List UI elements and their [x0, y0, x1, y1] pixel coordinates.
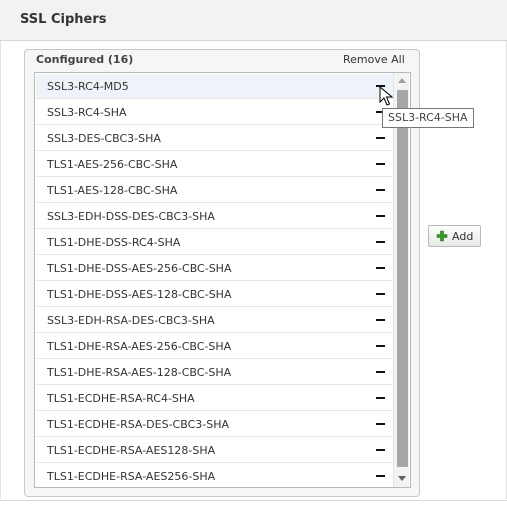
cipher-name: TLS1-AES-128-CBC-SHA [47, 184, 178, 197]
cipher-row[interactable]: TLS1-DHE-DSS-RC4-SHA [36, 230, 394, 255]
section-bottom-divider [0, 500, 507, 501]
cipher-row[interactable]: SSL3-RC4-SHA [36, 100, 394, 125]
configured-cipher-list: SSL3-RC4-MD5 SSL3-RC4-SHA SSL3-DES-CBC3-SH… [34, 72, 411, 488]
cipher-row[interactable]: TLS1-DHE-RSA-AES-128-CBC-SHA [36, 360, 394, 385]
cipher-name: TLS1-ECDHE-RSA-AES256-SHA [47, 470, 216, 483]
remove-cipher-minus-icon[interactable] [376, 215, 385, 217]
remove-cipher-minus-icon[interactable] [376, 137, 385, 139]
cipher-name: TLS1-DHE-DSS-RC4-SHA [47, 236, 181, 249]
remove-cipher-minus-icon[interactable] [376, 267, 385, 269]
add-button[interactable]: Add [428, 225, 481, 247]
row-tooltip: SSL3-RC4-SHA [382, 108, 474, 128]
scroll-thumb[interactable] [397, 90, 408, 467]
cipher-row[interactable]: TLS1-ECDHE-RSA-AES128-SHA [36, 438, 394, 463]
remove-cipher-minus-icon[interactable] [376, 397, 385, 399]
section-title: SSL Ciphers [20, 12, 107, 27]
add-button-label: Add [452, 230, 474, 243]
mouse-cursor-icon [379, 86, 393, 106]
list-scrollbar[interactable] [393, 73, 409, 487]
cipher-name: TLS1-ECDHE-RSA-AES128-SHA [47, 444, 216, 457]
cipher-name: TLS1-DHE-DSS-AES-128-CBC-SHA [47, 288, 232, 301]
cipher-row[interactable]: TLS1-AES-256-CBC-SHA [36, 152, 394, 177]
cipher-row[interactable]: TLS1-AES-128-CBC-SHA [36, 178, 394, 203]
cipher-name: TLS1-ECDHE-RSA-RC4-SHA [47, 392, 195, 405]
plus-icon [436, 230, 448, 242]
scroll-down-arrow-icon[interactable] [398, 476, 406, 481]
cipher-name: SSL3-RC4-SHA [47, 106, 127, 119]
remove-cipher-minus-icon[interactable] [376, 345, 385, 347]
remove-cipher-minus-icon[interactable] [376, 475, 385, 477]
configured-title: Configured (16) [36, 53, 134, 66]
cipher-name: TLS1-DHE-DSS-AES-256-CBC-SHA [47, 262, 232, 275]
remove-cipher-minus-icon[interactable] [376, 319, 385, 321]
cipher-name: TLS1-AES-256-CBC-SHA [47, 158, 178, 171]
cipher-row[interactable]: TLS1-ECDHE-RSA-AES256-SHA [36, 464, 394, 487]
cipher-row[interactable]: TLS1-DHE-DSS-AES-256-CBC-SHA [36, 256, 394, 281]
remove-cipher-minus-icon[interactable] [376, 293, 385, 295]
scroll-up-arrow-icon[interactable] [398, 78, 406, 83]
cipher-row[interactable]: TLS1-DHE-RSA-AES-256-CBC-SHA [36, 334, 394, 359]
cipher-name: SSL3-RC4-MD5 [47, 80, 129, 93]
cipher-name: TLS1-DHE-RSA-AES-128-CBC-SHA [47, 366, 232, 379]
cipher-row[interactable]: TLS1-DHE-DSS-AES-128-CBC-SHA [36, 282, 394, 307]
remove-cipher-minus-icon[interactable] [376, 189, 385, 191]
cipher-row[interactable]: SSL3-EDH-DSS-DES-CBC3-SHA [36, 204, 394, 229]
remove-cipher-minus-icon[interactable] [376, 163, 385, 165]
cipher-name: SSL3-DES-CBC3-SHA [47, 132, 161, 145]
cipher-name: TLS1-DHE-RSA-AES-256-CBC-SHA [47, 340, 232, 353]
cipher-name: SSL3-EDH-RSA-DES-CBC3-SHA [47, 314, 215, 327]
cipher-row[interactable]: SSL3-RC4-MD5 [36, 74, 394, 99]
remove-cipher-minus-icon[interactable] [376, 449, 385, 451]
remove-cipher-minus-icon[interactable] [376, 241, 385, 243]
cipher-row[interactable]: TLS1-ECDHE-RSA-DES-CBC3-SHA [36, 412, 394, 437]
section-header: SSL Ciphers [0, 0, 507, 41]
remove-cipher-minus-icon[interactable] [376, 423, 385, 425]
cipher-name: TLS1-ECDHE-RSA-DES-CBC3-SHA [47, 418, 230, 431]
cipher-row[interactable]: SSL3-EDH-RSA-DES-CBC3-SHA [36, 308, 394, 333]
remove-all-link[interactable]: Remove All [343, 53, 405, 66]
cipher-row[interactable]: TLS1-ECDHE-RSA-RC4-SHA [36, 386, 394, 411]
remove-cipher-minus-icon[interactable] [376, 371, 385, 373]
cipher-name: SSL3-EDH-DSS-DES-CBC3-SHA [47, 210, 215, 223]
cipher-row[interactable]: SSL3-DES-CBC3-SHA [36, 126, 394, 151]
